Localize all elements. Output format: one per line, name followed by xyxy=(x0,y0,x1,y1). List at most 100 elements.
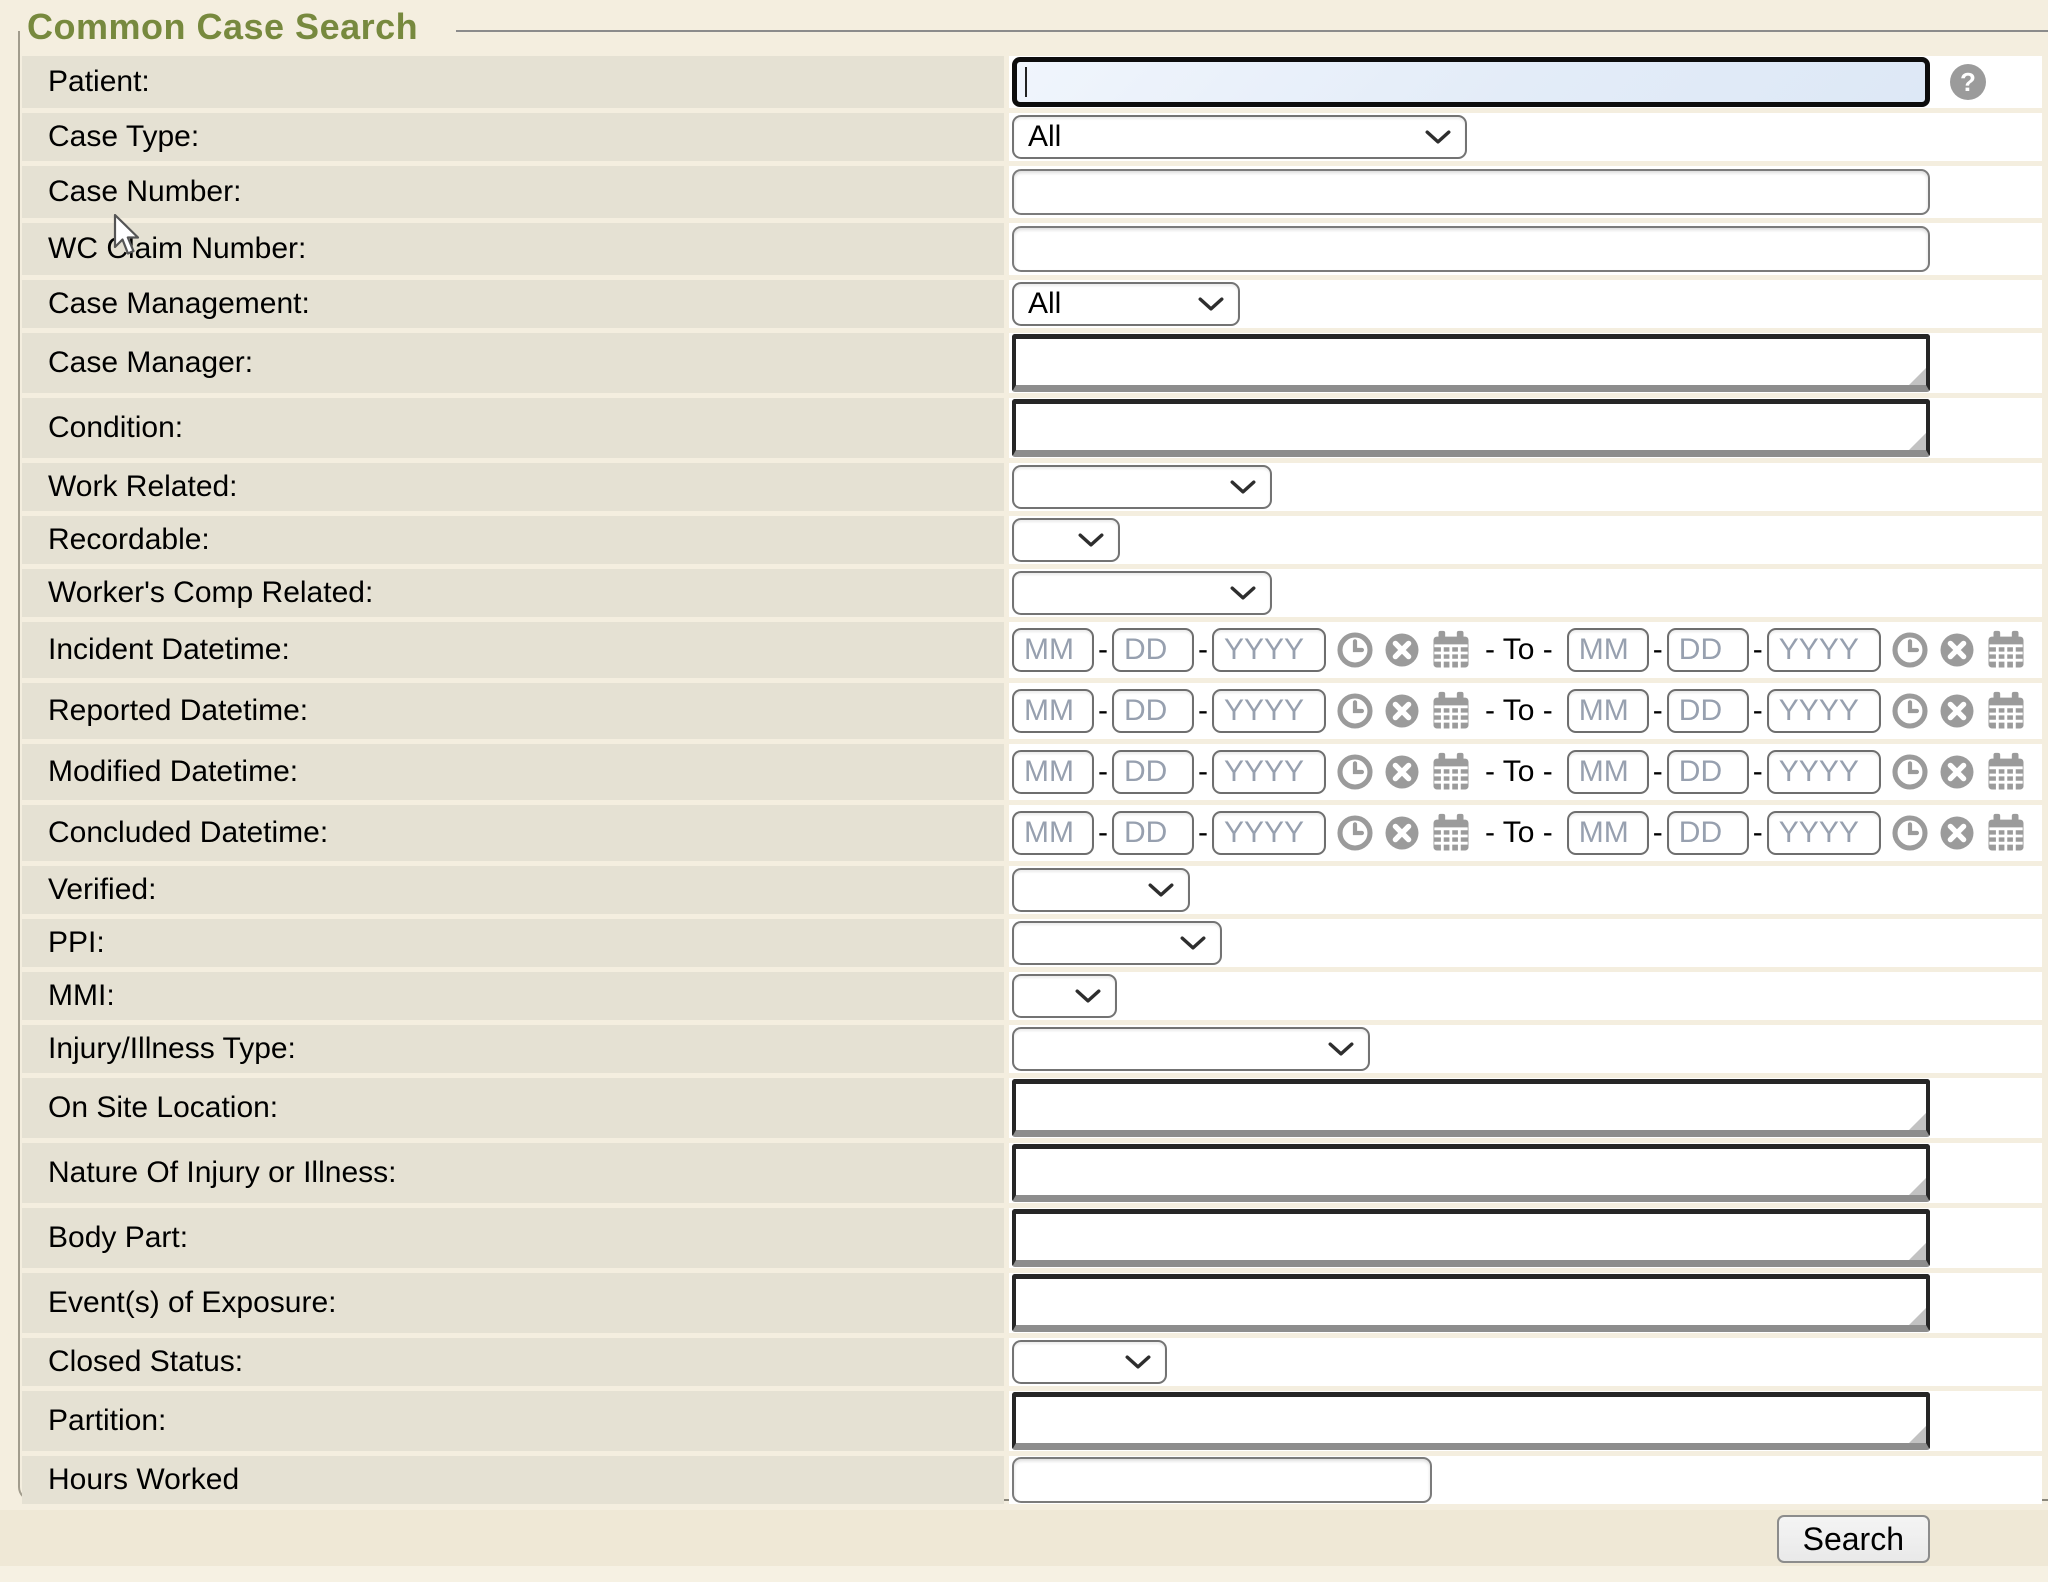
incident-from-year-input[interactable] xyxy=(1212,628,1326,672)
chevron-down-icon xyxy=(1075,989,1101,1003)
clear-icon[interactable] xyxy=(1384,632,1420,668)
injury-illness-type-select[interactable] xyxy=(1012,1027,1370,1071)
calendar-icon[interactable] xyxy=(1431,630,1471,670)
case-number-input[interactable] xyxy=(1012,169,1930,215)
partition-textarea[interactable] xyxy=(1012,1392,1930,1450)
wc-claim-number-input[interactable] xyxy=(1012,226,1930,272)
closed-status-select[interactable] xyxy=(1012,1340,1167,1384)
chevron-down-icon xyxy=(1148,883,1174,897)
body-part-textarea[interactable] xyxy=(1012,1209,1930,1267)
concluded-to-day-input[interactable] xyxy=(1667,811,1749,855)
help-icon[interactable]: ? xyxy=(1950,64,1986,100)
concluded-to-year-input[interactable] xyxy=(1767,811,1881,855)
reported-from-month-input[interactable] xyxy=(1012,689,1094,733)
patient-input[interactable] xyxy=(1012,57,1930,107)
resize-grip[interactable] xyxy=(1909,1243,1926,1260)
row-verified: Verified: xyxy=(22,866,2042,914)
row-work-related: Work Related: xyxy=(22,463,2042,511)
modified-from-month-input[interactable] xyxy=(1012,750,1094,794)
on-site-location-textarea[interactable] xyxy=(1012,1079,1930,1137)
date-separator: - xyxy=(1753,755,1763,789)
case-manager-textarea[interactable] xyxy=(1012,334,1930,392)
condition-textarea[interactable] xyxy=(1012,399,1930,457)
case-management-select[interactable]: All xyxy=(1012,282,1240,326)
incident-from-day-input[interactable] xyxy=(1112,628,1194,672)
search-form: Patient: ? Case Type: All Case Number: W… xyxy=(22,56,2042,1504)
concluded-datetime-label: Concluded Datetime: xyxy=(22,805,1004,861)
resize-grip[interactable] xyxy=(1909,1178,1926,1195)
clock-icon[interactable] xyxy=(1337,754,1373,790)
mmi-select[interactable] xyxy=(1012,974,1117,1018)
clear-icon[interactable] xyxy=(1384,815,1420,851)
verified-select[interactable] xyxy=(1012,868,1190,912)
clock-icon[interactable] xyxy=(1337,632,1373,668)
ppi-label: PPI: xyxy=(22,919,1004,967)
search-button-band: Search xyxy=(0,1510,2048,1566)
concluded-from-day-input[interactable] xyxy=(1112,811,1194,855)
recordable-select[interactable] xyxy=(1012,518,1120,562)
case-type-select[interactable]: All xyxy=(1012,115,1467,159)
date-separator: - xyxy=(1753,816,1763,850)
resize-grip[interactable] xyxy=(1909,1426,1926,1443)
calendar-icon[interactable] xyxy=(1986,691,2026,731)
calendar-icon[interactable] xyxy=(1986,752,2026,792)
incident-from-month-input[interactable] xyxy=(1012,628,1094,672)
work-related-select[interactable] xyxy=(1012,465,1272,509)
resize-grip[interactable] xyxy=(1909,433,1926,450)
clear-icon[interactable] xyxy=(1939,632,1975,668)
clock-icon[interactable] xyxy=(1892,754,1928,790)
clear-icon[interactable] xyxy=(1939,754,1975,790)
clear-icon[interactable] xyxy=(1384,754,1420,790)
modified-from-year-input[interactable] xyxy=(1212,750,1326,794)
incident-to-month-input[interactable] xyxy=(1567,628,1649,672)
clock-icon[interactable] xyxy=(1892,693,1928,729)
resize-grip[interactable] xyxy=(1909,1113,1926,1130)
ppi-select[interactable] xyxy=(1012,921,1222,965)
hours-worked-input[interactable] xyxy=(1012,1457,1432,1503)
reported-from-day-input[interactable] xyxy=(1112,689,1194,733)
concluded-from-year-input[interactable] xyxy=(1212,811,1326,855)
row-workers-comp-related: Worker's Comp Related: xyxy=(22,569,2042,617)
recordable-label: Recordable: xyxy=(22,516,1004,564)
resize-grip[interactable] xyxy=(1909,1308,1926,1325)
clock-icon[interactable] xyxy=(1337,693,1373,729)
clear-icon[interactable] xyxy=(1939,693,1975,729)
concluded-to-month-input[interactable] xyxy=(1567,811,1649,855)
workers-comp-related-select[interactable] xyxy=(1012,571,1272,615)
modified-to-month-input[interactable] xyxy=(1567,750,1649,794)
case-type-selected-value: All xyxy=(1028,120,1061,154)
reported-to-day-input[interactable] xyxy=(1667,689,1749,733)
calendar-icon[interactable] xyxy=(1431,813,1471,853)
incident-to-day-input[interactable] xyxy=(1667,628,1749,672)
reported-to-year-input[interactable] xyxy=(1767,689,1881,733)
row-incident-datetime: Incident Datetime: - - - To - - - xyxy=(22,622,2042,678)
calendar-icon[interactable] xyxy=(1431,691,1471,731)
concluded-from-month-input[interactable] xyxy=(1012,811,1094,855)
clock-icon[interactable] xyxy=(1337,815,1373,851)
resize-grip[interactable] xyxy=(1909,368,1926,385)
clear-icon[interactable] xyxy=(1384,693,1420,729)
calendar-icon[interactable] xyxy=(1986,630,2026,670)
events-of-exposure-textarea[interactable] xyxy=(1012,1274,1930,1332)
row-wc-claim-number: WC Claim Number: xyxy=(22,223,2042,275)
modified-datetime-label: Modified Datetime: xyxy=(22,744,1004,800)
calendar-icon[interactable] xyxy=(1431,752,1471,792)
modified-to-year-input[interactable] xyxy=(1767,750,1881,794)
clock-icon[interactable] xyxy=(1892,815,1928,851)
modified-to-day-input[interactable] xyxy=(1667,750,1749,794)
row-injury-illness-type: Injury/Illness Type: xyxy=(22,1025,2042,1073)
reported-to-month-input[interactable] xyxy=(1567,689,1649,733)
calendar-icon[interactable] xyxy=(1986,813,2026,853)
reported-from-year-input[interactable] xyxy=(1212,689,1326,733)
clock-icon[interactable] xyxy=(1892,632,1928,668)
modified-from-day-input[interactable] xyxy=(1112,750,1194,794)
search-button[interactable]: Search xyxy=(1777,1515,1930,1563)
chevron-down-icon xyxy=(1125,1355,1151,1369)
row-case-type: Case Type: All xyxy=(22,113,2042,161)
clear-icon[interactable] xyxy=(1939,815,1975,851)
body-part-label: Body Part: xyxy=(22,1208,1004,1268)
incident-to-year-input[interactable] xyxy=(1767,628,1881,672)
nature-of-injury-textarea[interactable] xyxy=(1012,1144,1930,1202)
row-case-number: Case Number: xyxy=(22,166,2042,218)
verified-label: Verified: xyxy=(22,866,1004,914)
